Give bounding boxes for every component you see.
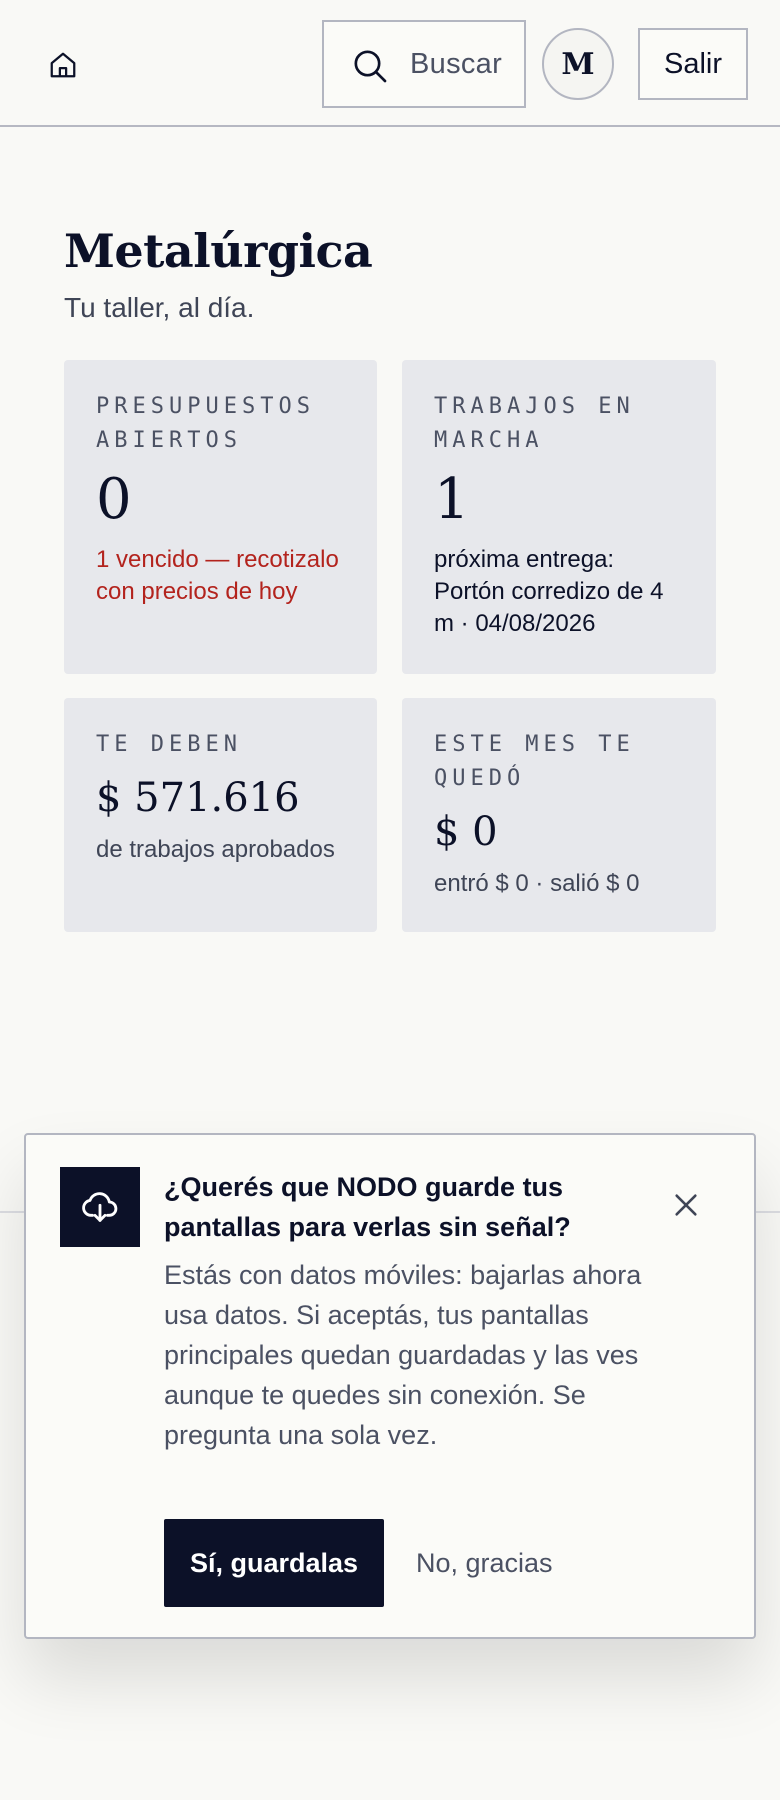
cloud-download-icon xyxy=(60,1167,140,1247)
card-note: próxima entrega: Portón corredizo de 4 m… xyxy=(434,546,664,637)
offline-save-prompt: ¿Querés que NODO guarde tus pantallas pa… xyxy=(24,1133,756,1639)
card-value: 1 xyxy=(434,467,470,532)
prompt-body: Estás con datos móviles: bajarlas ahora … xyxy=(164,1260,642,1450)
card-note-alert: 1 vencido — recotizalo con precios de ho… xyxy=(96,546,339,605)
close-button[interactable] xyxy=(666,1185,706,1225)
card-value: $ 571.616 xyxy=(96,775,300,821)
search-icon xyxy=(354,50,387,83)
card-note: entró $ 0 · salió $ 0 xyxy=(434,870,640,897)
home-icon xyxy=(50,52,76,78)
card-caption: TRABAJOS EN MARCHA xyxy=(434,394,635,453)
close-icon xyxy=(675,1194,697,1216)
card-receivables[interactable]: TE DEBEN $ 571.616 de trabajos aprobados xyxy=(64,698,377,932)
top-bar: Buscar M Salir xyxy=(0,0,780,127)
card-caption: TE DEBEN xyxy=(96,732,242,757)
card-open-quotes[interactable]: PRESUPUESTOS ABIERTOS 0 1 vencido — reco… xyxy=(64,360,377,674)
card-note: de trabajos aprobados xyxy=(96,836,335,863)
decline-button[interactable]: No, gracias xyxy=(416,1519,553,1607)
page-title: Metalúrgica xyxy=(64,224,373,278)
logout-button[interactable]: Salir xyxy=(638,28,748,100)
prompt-question: ¿Querés que NODO guarde tus pantallas pa… xyxy=(164,1172,571,1242)
home-button[interactable] xyxy=(42,44,84,86)
card-active-jobs[interactable]: TRABAJOS EN MARCHA 1 próxima entrega: Po… xyxy=(402,360,716,674)
accept-save-button[interactable]: Sí, guardalas xyxy=(164,1519,384,1607)
card-monthly-balance[interactable]: ESTE MES TE QUEDÓ $ 0 entró $ 0 · salió … xyxy=(402,698,716,932)
search-label: Buscar xyxy=(410,48,503,80)
card-value: 0 xyxy=(96,467,132,532)
card-value: $ 0 xyxy=(434,809,498,855)
avatar[interactable]: M xyxy=(542,28,614,100)
page-subtitle: Tu taller, al día. xyxy=(64,292,255,323)
card-caption: ESTE MES TE QUEDÓ xyxy=(434,732,635,791)
card-caption: PRESUPUESTOS ABIERTOS xyxy=(96,394,315,453)
search-button[interactable]: Buscar xyxy=(322,20,526,108)
